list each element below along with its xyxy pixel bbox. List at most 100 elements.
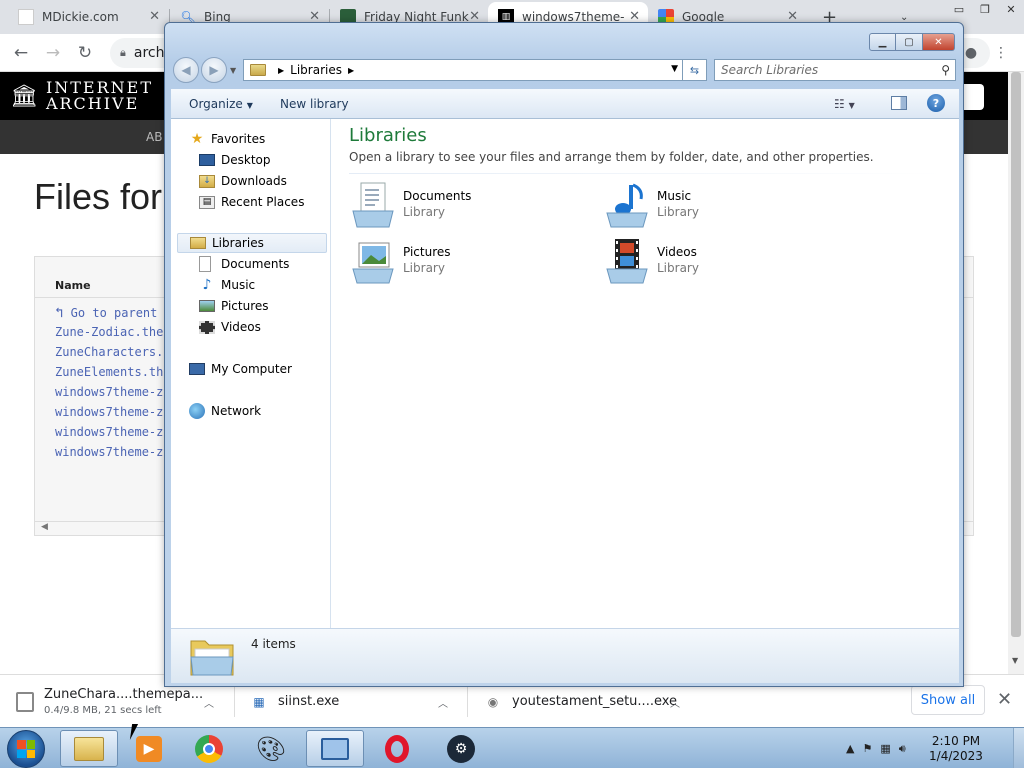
parent-link[interactable]: ↰ Go to parent	[55, 305, 157, 321]
nav-desktop[interactable]: Desktop	[199, 150, 271, 170]
chevron-up-icon[interactable]: ︿	[438, 695, 448, 710]
system-tray: ▲ ⚑ ▦ 🔊︎	[842, 728, 910, 768]
nav-downloads[interactable]: ↓ Downloads	[199, 171, 287, 191]
system-clock[interactable]: 2:10 PM 1/4/2023	[928, 734, 984, 764]
taskbar-chrome-button[interactable]	[180, 730, 238, 767]
breadcrumb-arrow-icon[interactable]: ▶	[348, 66, 354, 75]
taskbar-media-player-button[interactable]: ▶	[120, 730, 178, 767]
view-options-icon: ☷	[834, 97, 845, 111]
start-button[interactable]	[7, 730, 45, 768]
page-title: Libraries	[349, 125, 427, 146]
nav-network[interactable]: Network	[189, 401, 261, 421]
back-arrow-icon[interactable]: ←	[10, 42, 32, 64]
reload-icon[interactable]: ↻	[74, 42, 96, 64]
libraries-description: Open a library to see your files and arr…	[349, 150, 874, 164]
file-link[interactable]: windows7theme-z	[55, 425, 163, 439]
back-button[interactable]: ◀	[173, 57, 199, 83]
nav-my-computer[interactable]: My Computer	[189, 359, 292, 379]
refresh-button[interactable]: ⇆	[683, 59, 707, 81]
nav-music[interactable]: ♪ Music	[199, 275, 256, 295]
chevron-up-icon[interactable]: ︿	[204, 695, 214, 710]
windows-taskbar: ▶ 🎨︎ ⚙︎ ▲ ⚑ ▦ 🔊︎ 2:10 PM 1/4/2023	[0, 727, 1024, 768]
action-center-icon[interactable]: ⚑	[862, 742, 872, 755]
library-videos[interactable]: Videos Library	[603, 237, 843, 287]
taskbar-remote-desktop-button[interactable]	[306, 730, 364, 767]
taskbar-explorer-button[interactable]	[60, 730, 118, 767]
nav-videos[interactable]: Videos	[199, 317, 261, 337]
close-icon[interactable]: ✕	[923, 33, 955, 51]
help-button[interactable]: ?	[927, 94, 945, 112]
remote-desktop-icon	[321, 737, 349, 760]
close-tab-icon[interactable]: ✕	[149, 9, 160, 24]
music-note-icon: ♪	[202, 277, 212, 293]
file-link[interactable]: windows7theme-z	[55, 405, 163, 419]
installer-exe-icon: ▦	[253, 694, 265, 709]
computer-icon	[189, 363, 205, 375]
restore-icon[interactable]: ❐	[972, 0, 998, 18]
show-all-downloads-button[interactable]: Show all	[911, 685, 985, 715]
forward-arrow-icon[interactable]: →	[42, 42, 64, 64]
minimize-icon[interactable]: ▭	[946, 0, 972, 18]
taskbar-steam-button[interactable]: ⚙︎	[432, 730, 490, 767]
navigation-pane: ★ Favorites Desktop ↓ Downloads ▤ Recent Pl…	[171, 119, 331, 628]
close-download-shelf-icon[interactable]: ✕	[997, 689, 1012, 710]
file-link[interactable]: Zune-Zodiac.the	[55, 325, 163, 339]
address-bar[interactable]: ▶ Libraries ▶ ▼	[243, 59, 683, 81]
change-view-button[interactable]: ☷ ▼	[834, 97, 855, 111]
taskbar-opera-button[interactable]	[368, 730, 426, 767]
pictures-icon	[199, 300, 215, 312]
menu-kebab-icon[interactable]: ⋮	[990, 42, 1012, 64]
chevron-up-icon[interactable]: ︿	[670, 695, 680, 710]
file-link[interactable]: ZuneCharacters.	[55, 345, 163, 359]
show-desktop-button[interactable]	[1013, 728, 1024, 768]
new-library-button[interactable]: New library	[280, 97, 349, 111]
explorer-icon	[74, 736, 104, 761]
organize-button[interactable]: Organize ▼	[189, 97, 253, 111]
search-input[interactable]: Search Libraries ⚲	[714, 59, 956, 81]
file-link[interactable]: ZuneElements.th	[55, 365, 163, 379]
network-icon[interactable]: ▦	[880, 742, 890, 755]
search-icon[interactable]: ⚲	[941, 63, 950, 77]
nav-favorites[interactable]: ★ Favorites	[189, 129, 266, 149]
maximize-icon[interactable]: ▢	[896, 33, 923, 51]
library-documents[interactable]: Documents Library	[349, 181, 589, 231]
column-header-name[interactable]: Name	[55, 279, 91, 292]
site-nav-item[interactable]: AB	[146, 130, 162, 144]
address-dropdown-icon[interactable]: ▼	[671, 64, 678, 74]
nav-recent-places[interactable]: ▤ Recent Places	[199, 192, 304, 212]
show-hidden-icons-icon[interactable]: ▲	[846, 742, 854, 755]
library-pictures[interactable]: Pictures Library	[349, 237, 589, 287]
browser-window-controls: ▭ ❐ ✕	[946, 0, 1024, 20]
windows-logo-icon	[17, 740, 35, 758]
nav-pictures[interactable]: Pictures	[199, 296, 269, 316]
minimize-icon[interactable]: ▁	[869, 33, 896, 51]
tab-mdickie[interactable]: MDickie.com ✕	[8, 2, 168, 32]
nav-documents[interactable]: Documents	[199, 254, 289, 274]
details-pane: 4 items	[171, 628, 959, 683]
file-link[interactable]: windows7theme-z	[55, 445, 163, 459]
internet-archive-logo[interactable]: 🏛︎ INTERNET ARCHIVE	[10, 80, 153, 112]
taskbar-paint-button[interactable]: 🎨︎	[242, 730, 300, 767]
documents-library-icon	[352, 182, 394, 228]
libraries-folder-icon	[250, 64, 266, 76]
preview-pane-icon[interactable]	[891, 96, 907, 110]
page-vertical-scrollbar[interactable]: ▲ ▼	[1008, 72, 1024, 674]
lock-icon: 🔒︎	[120, 46, 126, 59]
scrollbar-thumb[interactable]	[1011, 72, 1021, 637]
explorer-nav-row: ◀ ▶ ▼ ▶ Libraries ▶ ▼ ⇆ Search Libraries…	[171, 57, 959, 83]
breadcrumb-arrow-icon[interactable]: ▶	[278, 66, 284, 75]
library-music[interactable]: Music Library	[603, 181, 843, 231]
scroll-left-icon[interactable]: ◀	[41, 522, 48, 532]
forward-button[interactable]: ▶	[201, 57, 227, 83]
volume-icon[interactable]: 🔊︎	[899, 742, 906, 756]
recent-pages-chevron-icon[interactable]: ▼	[230, 66, 236, 75]
libraries-folder-icon	[190, 640, 234, 676]
breadcrumb-libraries[interactable]: Libraries	[290, 63, 342, 77]
scroll-down-icon[interactable]: ▼	[1012, 656, 1018, 665]
theme-file-icon	[16, 691, 34, 712]
videos-library-icon	[606, 239, 648, 284]
file-link[interactable]: windows7theme-z	[55, 385, 163, 399]
nav-libraries[interactable]: Libraries	[177, 233, 327, 253]
desktop-icon	[199, 154, 215, 166]
close-icon[interactable]: ✕	[998, 0, 1024, 18]
